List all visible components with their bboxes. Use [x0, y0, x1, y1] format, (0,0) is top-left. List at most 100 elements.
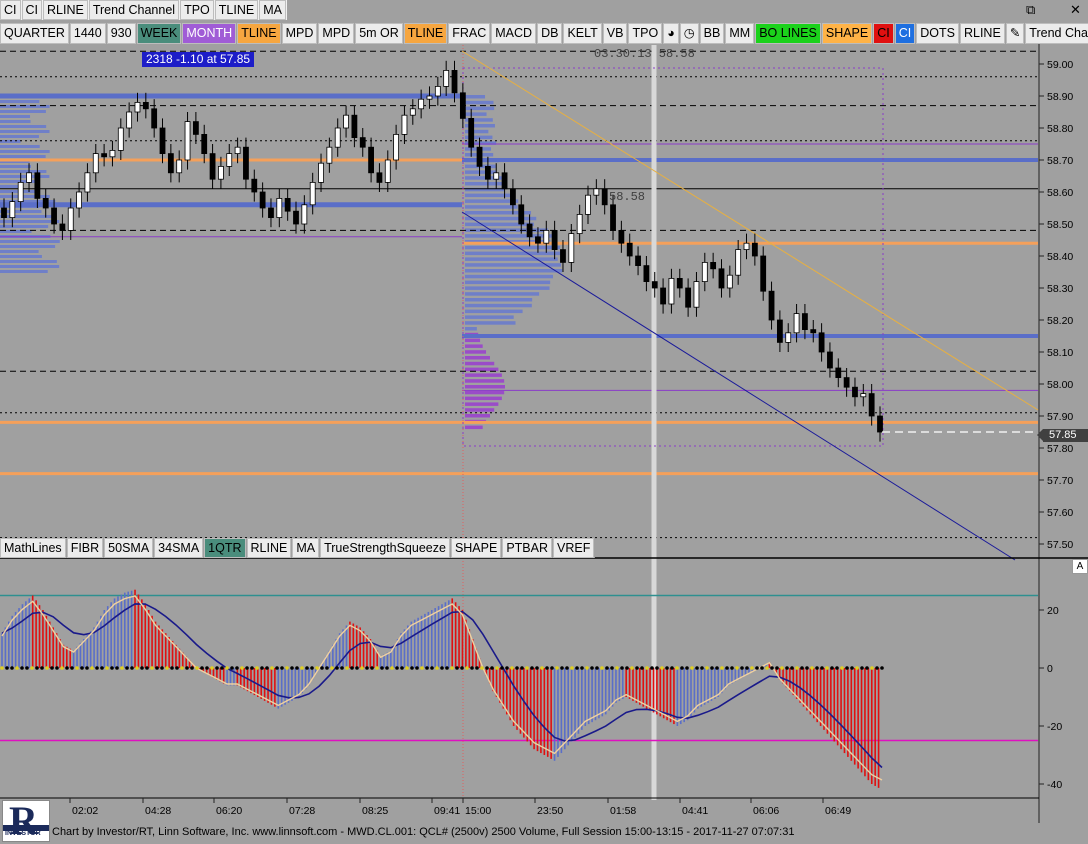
- candle-body-57: [476, 146, 483, 167]
- price-tick-label-9: 58.10: [1047, 347, 1073, 359]
- volume-profile-bar: [465, 414, 490, 418]
- main-button-22[interactable]: CI: [873, 22, 894, 44]
- osc-tick-label-0: 20: [1047, 605, 1059, 617]
- top-button-3[interactable]: Trend Channel: [88, 0, 180, 20]
- candle-body-60: [501, 172, 508, 190]
- squeeze-dot: [410, 666, 414, 670]
- main-button-16[interactable]: ◕: [663, 22, 679, 44]
- squeeze-dot: [670, 666, 674, 670]
- price-tick-label-8: 58.20: [1047, 315, 1073, 327]
- main-button-14[interactable]: VB: [602, 22, 628, 44]
- candle-body-15: [126, 111, 133, 129]
- top-button-5[interactable]: TLINE: [214, 0, 259, 20]
- main-button-11[interactable]: MACD: [491, 22, 537, 44]
- squeeze-dot: [435, 666, 439, 670]
- main-button-2[interactable]: 930: [106, 22, 136, 44]
- top-button-1[interactable]: CI: [21, 0, 42, 20]
- main-button-8[interactable]: 5m OR: [355, 22, 403, 44]
- candle-body-61: [510, 188, 516, 206]
- main-button-3[interactable]: WEEK: [136, 22, 182, 44]
- main-button-17[interactable]: ◷: [679, 22, 699, 44]
- main-button-1[interactable]: 1440: [69, 22, 106, 44]
- volume-profile-bar: [0, 255, 42, 258]
- squeeze-dot: [760, 666, 764, 670]
- squeeze-dot: [710, 666, 714, 670]
- candle-body-4: [34, 172, 41, 199]
- squeeze-dot: [120, 666, 124, 670]
- candle-body-79: [660, 287, 666, 305]
- main-button-6[interactable]: MPD: [281, 22, 318, 44]
- indicator-button-5[interactable]: RLINE: [246, 538, 292, 558]
- indicator-button-8[interactable]: SHAPE: [450, 538, 502, 558]
- squeeze-dot: [175, 666, 179, 670]
- volume-profile-bar: [0, 240, 60, 243]
- indicator-button-7[interactable]: TrueStrengthSqueeze: [320, 538, 450, 558]
- indicator-button-6[interactable]: MA: [292, 538, 320, 558]
- main-button-18[interactable]: BB: [699, 22, 725, 44]
- volume-profile-bar: [465, 193, 516, 198]
- top-button-6[interactable]: MA: [259, 0, 286, 20]
- top-button-4[interactable]: TPO: [180, 0, 214, 20]
- main-button-10[interactable]: FRAC: [448, 22, 491, 44]
- main-button-12[interactable]: DB: [537, 22, 563, 44]
- candle-body-82: [685, 287, 692, 308]
- candle-body-105: [877, 415, 883, 433]
- candle-body-75: [626, 242, 633, 257]
- main-button-15[interactable]: TPO: [628, 22, 663, 44]
- squeeze-dot: [785, 666, 789, 670]
- volume-profile-bar: [0, 155, 46, 158]
- autoscale-button[interactable]: A: [1072, 559, 1088, 574]
- restore-window-icon[interactable]: ⧉: [1026, 2, 1035, 18]
- main-button-23[interactable]: CI: [894, 22, 916, 44]
- candle-body-92: [768, 290, 775, 321]
- main-button-19[interactable]: MM: [725, 22, 755, 44]
- main-button-24[interactable]: DOTS: [916, 22, 959, 44]
- price-tick-label-6: 58.40: [1047, 251, 1073, 263]
- candle-body-89: [743, 242, 750, 250]
- indicator-button-4[interactable]: 1QTR: [204, 538, 246, 558]
- squeeze-dot: [880, 666, 884, 670]
- indicator-button-3[interactable]: 34SMA: [154, 538, 204, 558]
- squeeze-dot: [370, 666, 374, 670]
- squeeze-dot: [665, 666, 669, 670]
- squeeze-dot: [285, 666, 289, 670]
- main-button-0[interactable]: QUARTER: [0, 22, 69, 44]
- squeeze-dot: [220, 666, 224, 670]
- squeeze-dot: [875, 666, 879, 670]
- top-button-2[interactable]: RLINE: [43, 0, 88, 20]
- squeeze-dot: [65, 666, 69, 670]
- indicator-button-9[interactable]: PTBAR: [502, 538, 553, 558]
- squeeze-dot: [610, 666, 614, 670]
- volume-profile-bar: [465, 315, 514, 319]
- main-button-20[interactable]: BO LINES: [755, 22, 821, 44]
- bar-info-label: 2318 -1.10 at 57.85: [142, 52, 255, 67]
- squeeze-dot: [445, 666, 449, 670]
- main-button-13[interactable]: KELT: [563, 22, 602, 44]
- indicator-button-10[interactable]: VREF: [553, 538, 595, 558]
- squeeze-dot: [840, 666, 844, 670]
- main-button-26[interactable]: ✎: [1005, 22, 1025, 44]
- main-button-7[interactable]: MPD: [318, 22, 355, 44]
- main-button-9[interactable]: TLINE: [403, 22, 448, 44]
- close-window-icon[interactable]: ✕: [1070, 2, 1081, 18]
- candle-body-95: [793, 313, 800, 334]
- candle-body-27: [226, 153, 233, 167]
- indicator-button-0[interactable]: MathLines: [0, 538, 66, 558]
- time-tick-label-0: 02:02: [72, 805, 98, 817]
- indicator-button-1[interactable]: FIBR: [66, 538, 104, 558]
- top-button-0[interactable]: CI: [0, 0, 21, 20]
- main-button-5[interactable]: TLINE: [237, 22, 281, 44]
- main-button-21[interactable]: SHAPE: [821, 22, 873, 44]
- main-button-25[interactable]: RLINE: [959, 22, 1005, 44]
- squeeze-dot: [15, 666, 19, 670]
- squeeze-dot: [560, 666, 564, 670]
- price-tick-label-11: 57.90: [1047, 411, 1073, 423]
- squeeze-dot: [30, 666, 34, 670]
- squeeze-dot: [805, 666, 809, 670]
- chart-canvas[interactable]: 03.30.13 58.58 58.58 59.00 58.90 58.80 58.70…: [0, 0, 1088, 823]
- main-button-4[interactable]: MONTH: [182, 22, 237, 44]
- main-button-27[interactable]: Trend Channel: [1025, 22, 1088, 44]
- indicator-button-2[interactable]: 50SMA: [104, 538, 154, 558]
- candle-body-21: [176, 159, 183, 174]
- squeeze-dot: [60, 666, 64, 670]
